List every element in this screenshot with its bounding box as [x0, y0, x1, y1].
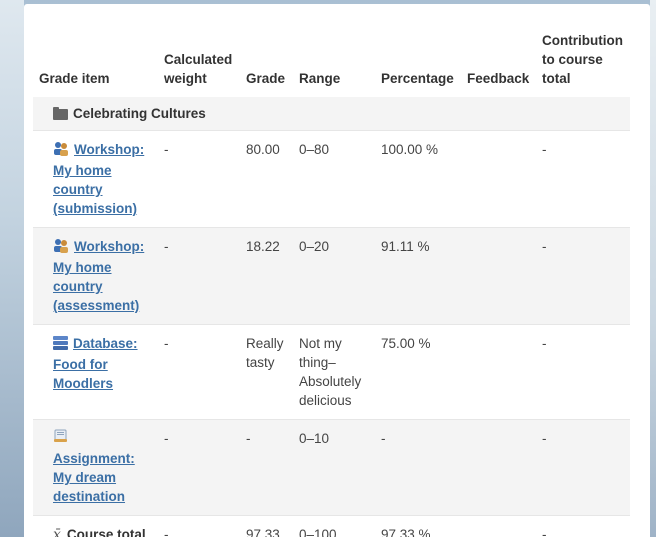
contribution-cell: - [536, 324, 630, 420]
table-row: Assignment: My dream destination - - 0–1… [33, 419, 630, 516]
contribution-cell: - [536, 419, 630, 516]
header-grade-item: Grade item [39, 71, 110, 86]
grade-item-cell: Assignment: My dream destination [33, 419, 158, 516]
category-name: Celebrating Cultures [73, 106, 206, 121]
assignment-icon [53, 429, 147, 448]
feedback-cell [461, 515, 536, 537]
header-grade: Grade [246, 71, 286, 86]
range-cell: Not my thing–Absolutely delicious [293, 324, 375, 420]
header-percentage: Percentage [381, 71, 454, 86]
feedback-cell [461, 324, 536, 420]
grade-report-panel: Grade item Calculated weight Grade Range… [24, 4, 650, 537]
percentage-cell: 91.11 % [375, 227, 461, 325]
workshop-icon [53, 238, 69, 258]
weight-cell: - [158, 130, 240, 228]
contribution-cell: - [536, 130, 630, 228]
header-range: Range [299, 71, 341, 86]
range-cell: 0–100 [293, 515, 375, 537]
header-calculated-weight: Calculated weight [164, 52, 233, 86]
table-row: Database: Food for Moodlers - Really tas… [33, 324, 630, 420]
percentage-cell: 75.00 % [375, 324, 461, 420]
background-right [650, 0, 656, 537]
weight-cell: - [158, 227, 240, 325]
grade-cell: Really tasty [240, 324, 293, 420]
workshop-icon [53, 141, 69, 161]
folder-icon [53, 107, 68, 120]
grade-item-link[interactable]: Assignment: My dream destination [53, 451, 135, 504]
background-left [0, 0, 24, 537]
header-feedback: Feedback [467, 71, 530, 86]
table-row: Workshop: My home country (assessment) -… [33, 227, 630, 325]
percentage-cell: - [375, 419, 461, 516]
contribution-cell: - [536, 227, 630, 325]
table-header-row: Grade item Calculated weight Grade Range… [33, 31, 630, 97]
grade-cell: - [240, 419, 293, 516]
database-icon [53, 336, 68, 355]
percentage-cell: 100.00 % [375, 130, 461, 228]
contribution-cell: - [536, 515, 630, 537]
category-cell: Celebrating Cultures [33, 97, 630, 131]
weight-cell: - [158, 324, 240, 420]
grade-item-cell: Workshop: My home country (submission) [33, 130, 158, 228]
course-total-cell: x̄ Course total [33, 515, 158, 537]
range-cell: 0–80 [293, 130, 375, 228]
category-row: Celebrating Cultures [33, 97, 630, 131]
grade-item-cell: Workshop: My home country (assessment) [33, 227, 158, 325]
grade-cell: 97.33 [240, 515, 293, 537]
grade-cell: 80.00 [240, 130, 293, 228]
feedback-cell [461, 130, 536, 228]
grade-item-cell: Database: Food for Moodlers [33, 324, 158, 420]
sigma-icon: x̄ [53, 527, 61, 537]
grade-cell: 18.22 [240, 227, 293, 325]
course-total-row: x̄ Course total - 97.33 0–100 97.33 % - [33, 515, 630, 537]
range-cell: 0–20 [293, 227, 375, 325]
weight-cell: - [158, 515, 240, 537]
header-contribution: Contribution to course total [542, 33, 623, 86]
weight-cell: - [158, 419, 240, 516]
percentage-cell: 97.33 % [375, 515, 461, 537]
feedback-cell [461, 227, 536, 325]
feedback-cell [461, 419, 536, 516]
user-grade-report-table: Grade item Calculated weight Grade Range… [33, 31, 630, 537]
table-row: Workshop: My home country (submission) -… [33, 130, 630, 228]
course-total-label: Course total [66, 527, 146, 537]
range-cell: 0–10 [293, 419, 375, 516]
